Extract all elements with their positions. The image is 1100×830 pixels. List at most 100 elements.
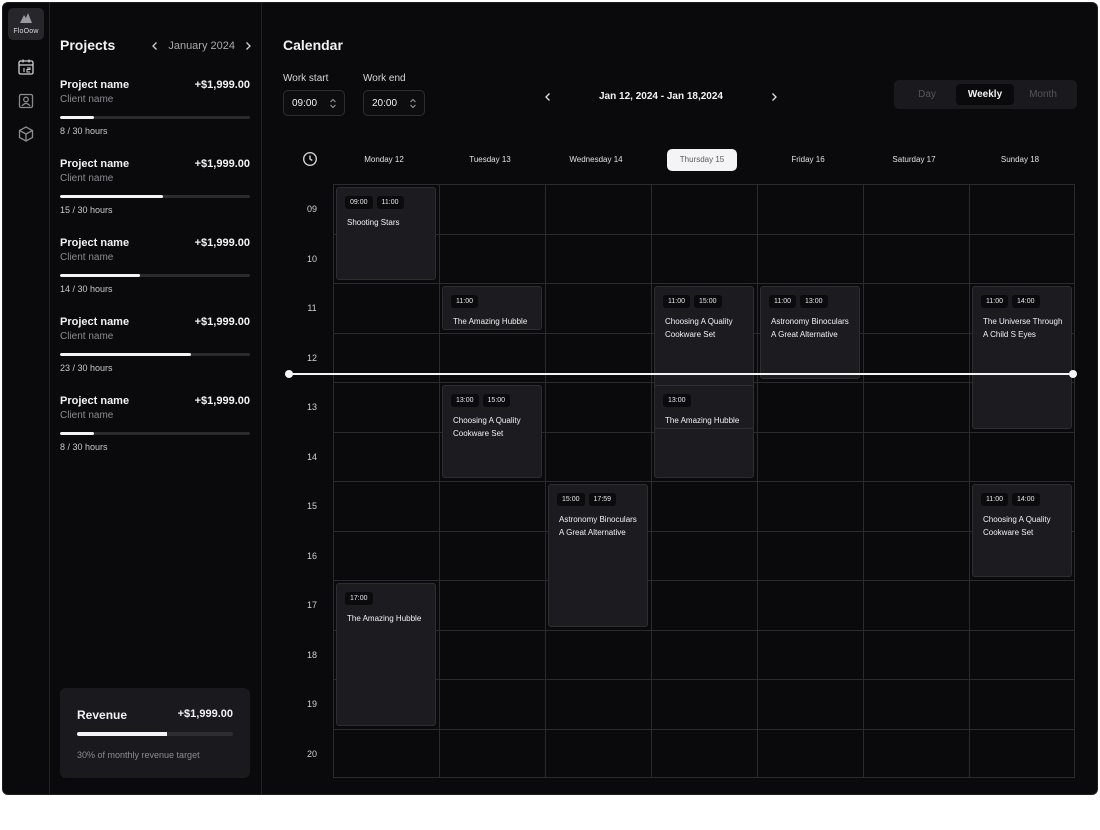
event-time-tag: 11:00 [981, 493, 1008, 506]
chevron-right-icon[interactable] [243, 41, 253, 51]
contact-icon[interactable] [17, 92, 35, 110]
calendar-event[interactable]: 17:00 The Amazing Hubble [336, 583, 436, 726]
project-progress-bar [60, 432, 250, 435]
current-time-dot [1069, 370, 1077, 379]
calendar-event[interactable]: 11:00 14:00 The Universe Through A Child S… [972, 286, 1072, 429]
project-progress-bar [60, 195, 250, 198]
event-time-tag: 15:00 [557, 493, 585, 506]
project-client: Client name [60, 410, 114, 421]
calendar-event[interactable]: 13:00 15:00 Choosing A Quality Cookware Se… [442, 385, 542, 478]
project-client: Client name [60, 94, 114, 105]
projects-panel: Projects January 2024 Project name +$1,9… [50, 3, 262, 794]
project-item[interactable]: Project name +$1,999.00 Client name 15 /… [60, 158, 250, 237]
event-time-tag: 17:59 [588, 493, 617, 506]
event-times: 11:00 [451, 295, 478, 308]
project-client: Client name [60, 173, 114, 184]
work-start-label: Work start [283, 73, 329, 84]
projects-title: Projects [60, 37, 116, 53]
event-times: 11:00 14:00 [981, 493, 1040, 506]
project-item[interactable]: Project name +$1,999.00 Client name 8 / … [60, 395, 250, 474]
work-start-select[interactable]: 09:00 [283, 90, 345, 116]
event-time-tag: 11:00 [451, 295, 478, 308]
event-title: The Amazing Hubble [347, 614, 422, 623]
project-name: Project name [60, 395, 130, 407]
view-weekly-button[interactable]: Weekly [956, 84, 1014, 105]
updown-chevron-icon [410, 98, 416, 109]
date-range: Jan 12, 2024 - Jan 18,2024 [599, 91, 723, 102]
work-end-value: 20:00 [372, 98, 398, 109]
chevron-left-icon[interactable] [150, 41, 160, 51]
event-title: Shooting Stars [347, 218, 400, 227]
project-hours: 15 / 30 hours [60, 205, 113, 215]
logo-mark-icon [20, 13, 32, 23]
project-progress-fill [60, 432, 95, 435]
hour-label: 17 [306, 600, 317, 610]
event-time-tag: 11:00 [663, 295, 690, 308]
calendar-event[interactable]: 15:00 17:59 Astronomy Binoculars A Great A… [548, 484, 648, 627]
view-month-button[interactable]: Month [1014, 84, 1072, 105]
event-times: 13:00 15:00 [451, 394, 511, 407]
view-day-button[interactable]: Day [898, 84, 956, 105]
app-logo[interactable]: FloOow [8, 8, 44, 40]
calendar-grid[interactable] [333, 184, 1075, 778]
app-window: FloOow Projects January 2024 Project nam… [2, 2, 1098, 795]
project-progress-fill [60, 353, 192, 356]
calendar-event[interactable]: 11:00 13:00 Astronomy Binoculars A Great A… [760, 286, 860, 379]
calendar-event[interactable]: 11:00 The Amazing Hubble [442, 286, 542, 330]
event-times: 13:00 [663, 394, 691, 407]
event-time-tag: 11:00 [769, 295, 796, 308]
month-label: January 2024 [168, 40, 235, 52]
project-amount: +$1,999.00 [194, 316, 250, 328]
current-time-dot [285, 370, 293, 379]
grid-row-line [334, 530, 1074, 532]
hour-label: 19 [306, 699, 317, 709]
work-end-select[interactable]: 20:00 [363, 90, 425, 116]
day-header[interactable]: Sunday 18 [975, 149, 1065, 171]
revenue-label: Revenue [77, 708, 128, 722]
grid-row-line [334, 233, 1074, 235]
event-time-tag: 15:00 [482, 394, 511, 407]
view-toggle: Day Weekly Month [894, 80, 1077, 109]
logo-text: FloOow [13, 28, 39, 35]
project-list: Project name +$1,999.00 Client name 8 / … [60, 79, 250, 474]
project-client: Client name [60, 331, 114, 342]
calendar-title: Calendar [283, 37, 343, 53]
day-header[interactable]: Wednesday 14 [551, 149, 641, 171]
calendar-event[interactable]: 09:00 11:00 Shooting Stars [336, 187, 436, 280]
event-time-tag: 17:00 [345, 592, 373, 605]
hour-label: 15 [306, 501, 317, 511]
calendar-icon[interactable] [17, 58, 35, 76]
project-item[interactable]: Project name +$1,999.00 Client name 14 /… [60, 237, 250, 316]
event-time-tag: 11:00 [376, 196, 404, 209]
day-header[interactable]: Friday 16 [763, 149, 853, 171]
cube-icon[interactable] [17, 125, 35, 143]
project-item[interactable]: Project name +$1,999.00 Client name 8 / … [60, 79, 250, 158]
project-progress-bar [60, 353, 250, 356]
event-times: 11:00 13:00 [769, 295, 828, 308]
hour-label: 20 [306, 748, 317, 759]
grid-row-line [334, 580, 1074, 581]
day-header[interactable]: Monday 12 [339, 149, 429, 171]
day-header[interactable]: Saturday 17 [869, 149, 959, 171]
project-progress-bar [60, 274, 250, 277]
event-time-tag: 13:00 [800, 295, 828, 308]
project-name: Project name [60, 237, 130, 249]
calendar-event[interactable]: 11:00 14:00 Choosing A Quality Cookware Se… [972, 484, 1072, 577]
hour-label: 16 [306, 550, 317, 561]
project-hours: 23 / 30 hours [60, 363, 113, 373]
event-times: 17:00 [345, 592, 373, 605]
clock-icon [302, 151, 318, 167]
calendar-event[interactable]: 11:00 15:00 Choosing A Quality Cookware Se… [654, 286, 754, 478]
project-item[interactable]: Project name +$1,999.00 Client name 23 /… [60, 316, 250, 395]
day-header[interactable]: Tuesday 13 [445, 149, 535, 171]
project-name: Project name [60, 158, 130, 170]
event-time-tag: 09:00 [345, 196, 373, 209]
event-time-tag: 14:00 [1012, 493, 1040, 506]
project-client: Client name [60, 252, 114, 263]
project-progress-bar [60, 116, 250, 119]
chevron-right-icon[interactable] [769, 92, 779, 102]
hour-label: 09 [306, 204, 317, 214]
calendar-event[interactable]: 13:00 The Amazing Hubble [654, 385, 754, 429]
revenue-card: Revenue +$1,999.00 30% of monthly revenu… [60, 688, 250, 778]
day-header[interactable]: Thursday 15 [667, 149, 737, 171]
